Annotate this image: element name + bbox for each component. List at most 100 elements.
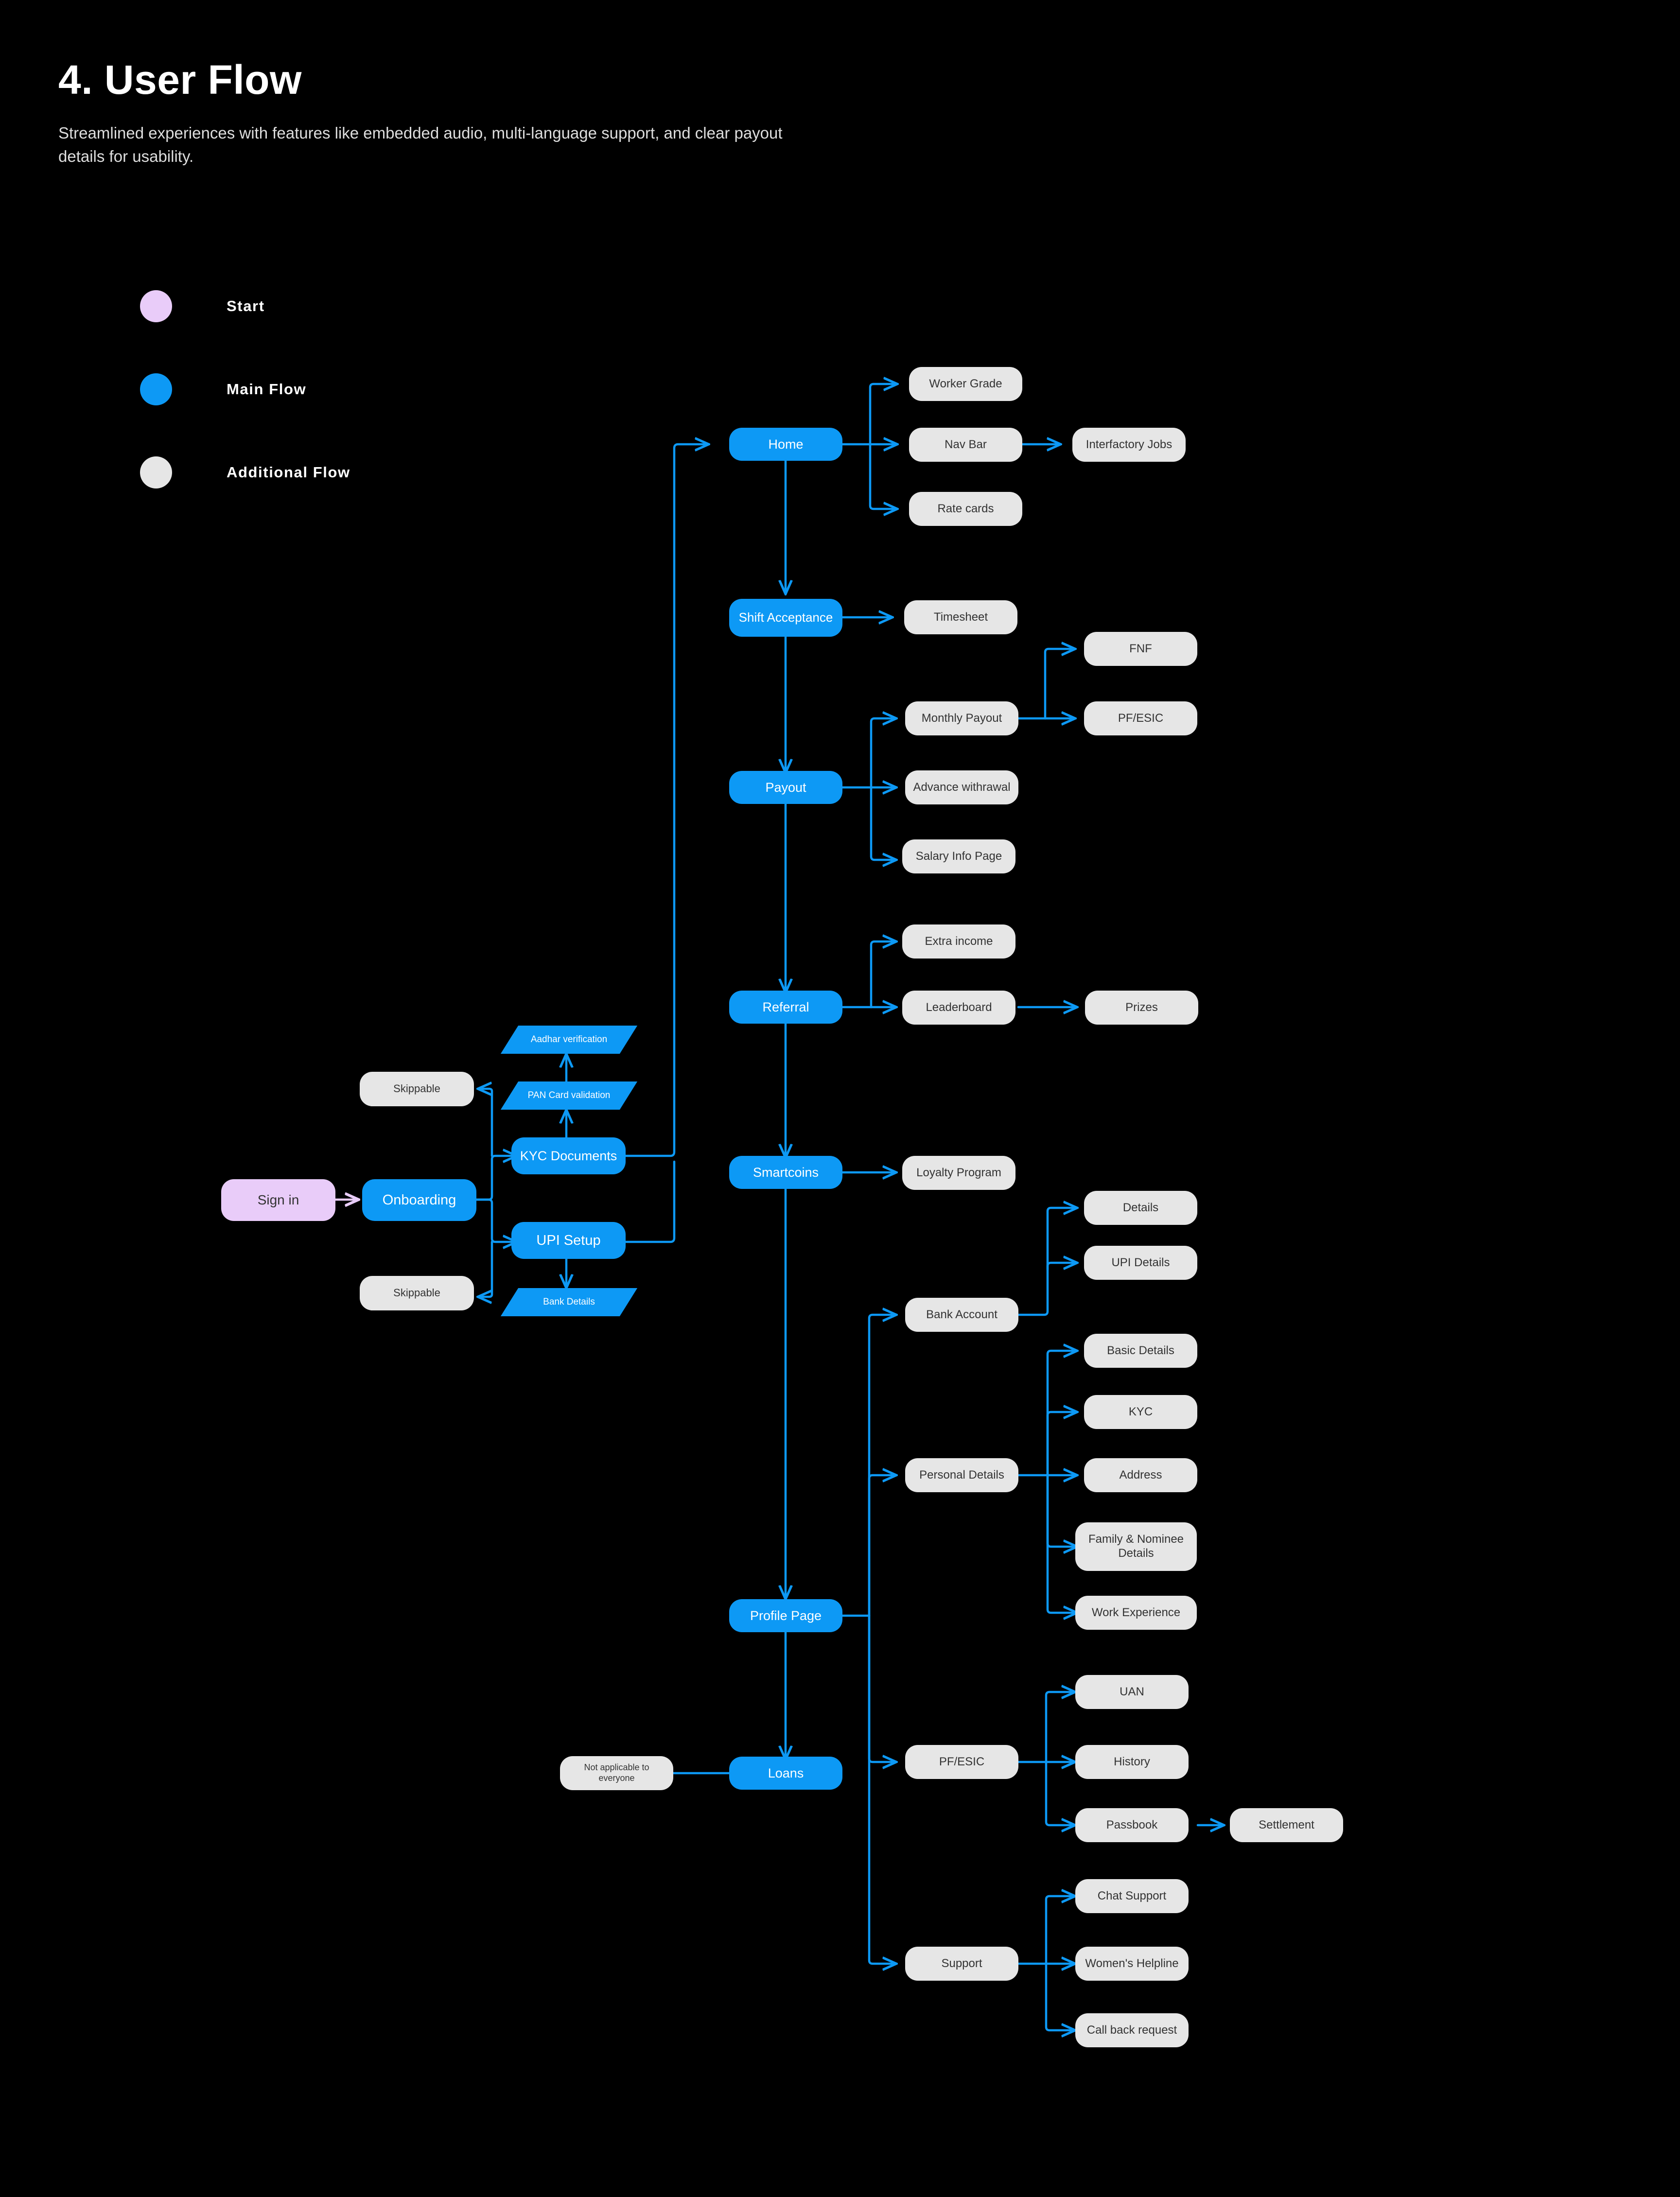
node-skippable-kyc[interactable]: Skippable bbox=[360, 1072, 474, 1106]
node-upi-setup-label: UPI Setup bbox=[536, 1232, 601, 1248]
node-skippable-upi[interactable]: Skippable bbox=[360, 1276, 474, 1310]
edge-monthly-fnf bbox=[1044, 649, 1075, 720]
node-history-label: History bbox=[1114, 1755, 1150, 1768]
node-womens-helpline-label: Women's Helpline bbox=[1085, 1956, 1179, 1970]
node-loyalty-program[interactable]: Loyalty Program bbox=[902, 1156, 1015, 1190]
node-address-label: Address bbox=[1119, 1468, 1162, 1482]
edge-support-callback bbox=[1045, 1962, 1075, 2030]
node-leaderboard[interactable]: Leaderboard bbox=[902, 991, 1015, 1025]
node-pf-esic[interactable]: PF/ESIC bbox=[905, 1745, 1018, 1779]
node-call-back-request-label: Call back request bbox=[1086, 2023, 1177, 2037]
flow-edges bbox=[334, 0, 1680, 2197]
node-chat-support[interactable]: Chat Support bbox=[1075, 1879, 1189, 1913]
node-bank-account-label: Bank Account bbox=[926, 1308, 998, 1321]
edge-onboarding-upi bbox=[475, 1198, 517, 1242]
edge-kyc-home bbox=[616, 444, 709, 1157]
edge-profile-support bbox=[868, 1614, 896, 1964]
node-nav-bar-label: Nav Bar bbox=[945, 437, 987, 451]
node-upi-details[interactable]: UPI Details bbox=[1084, 1246, 1197, 1280]
node-address[interactable]: Address bbox=[1084, 1458, 1197, 1492]
node-salary-info-page[interactable]: Salary Info Page bbox=[902, 839, 1015, 873]
node-aadhar-verification-label: Aadhar verification bbox=[530, 1034, 608, 1045]
edge-personal-kyc bbox=[1046, 1412, 1077, 1477]
node-sign-in[interactable]: Sign in bbox=[221, 1179, 335, 1221]
edge-payout-monthly bbox=[870, 718, 896, 789]
edge-support-chat bbox=[1045, 1896, 1075, 1965]
node-not-applicable-to-everyone-label: Not applicable to everyone bbox=[584, 1762, 649, 1783]
node-rate-cards[interactable]: Rate cards bbox=[909, 492, 1022, 526]
edge-profile-bank-account bbox=[868, 1315, 896, 1617]
edge-profile-pfesic bbox=[868, 1614, 896, 1762]
node-pf-esic-payout[interactable]: PF/ESIC bbox=[1084, 701, 1197, 735]
node-family-nominee-details-label: Family & Nominee Details bbox=[1088, 1533, 1184, 1560]
node-history[interactable]: History bbox=[1075, 1745, 1189, 1779]
node-womens-helpline[interactable]: Women's Helpline bbox=[1075, 1947, 1189, 1981]
node-fnf[interactable]: FNF bbox=[1084, 632, 1197, 666]
edge-referral-extra-income bbox=[870, 942, 896, 1009]
node-details[interactable]: Details bbox=[1084, 1191, 1197, 1225]
node-support[interactable]: Support bbox=[905, 1947, 1018, 1981]
node-prizes[interactable]: Prizes bbox=[1085, 991, 1198, 1025]
node-salary-info-page-label: Salary Info Page bbox=[915, 849, 1002, 863]
node-timesheet[interactable]: Timesheet bbox=[904, 600, 1017, 634]
node-chat-support-label: Chat Support bbox=[1097, 1889, 1167, 1902]
node-loans-label: Loans bbox=[768, 1765, 804, 1780]
node-worker-grade[interactable]: Worker Grade bbox=[909, 367, 1022, 401]
node-family-nominee-details[interactable]: Family & Nominee Details bbox=[1075, 1522, 1197, 1571]
node-home[interactable]: Home bbox=[729, 428, 842, 461]
node-pf-esic-label: PF/ESIC bbox=[939, 1755, 985, 1768]
edge-home-rate-cards bbox=[869, 443, 897, 509]
user-flow-canvas: 4. User Flow Streamlined experiences wit… bbox=[0, 0, 1680, 2197]
edge-onboarding-kyc bbox=[475, 1156, 517, 1201]
node-settlement[interactable]: Settlement bbox=[1230, 1808, 1343, 1842]
edge-pfesic-passbook bbox=[1045, 1761, 1075, 1825]
node-aadhar-verification[interactable]: Aadhar verification bbox=[500, 1026, 638, 1054]
node-pf-esic-payout-label: PF/ESIC bbox=[1118, 711, 1164, 725]
node-kyc-documents[interactable]: KYC Documents bbox=[511, 1137, 626, 1174]
node-interfactory-jobs[interactable]: Interfactory Jobs bbox=[1072, 428, 1186, 462]
node-upi-setup[interactable]: UPI Setup bbox=[511, 1222, 626, 1259]
node-worker-grade-label: Worker Grade bbox=[929, 377, 1002, 390]
node-pan-card-validation-label: PAN Card validation bbox=[527, 1090, 611, 1100]
node-kyc[interactable]: KYC bbox=[1084, 1395, 1197, 1429]
node-rate-cards-label: Rate cards bbox=[937, 502, 994, 515]
node-payout[interactable]: Payout bbox=[729, 771, 842, 804]
node-shift-acceptance-label: Shift Acceptance bbox=[738, 610, 833, 625]
node-basic-details-label: Basic Details bbox=[1107, 1343, 1174, 1357]
node-extra-income[interactable]: Extra income bbox=[902, 924, 1015, 959]
node-basic-details[interactable]: Basic Details bbox=[1084, 1334, 1197, 1368]
edge-bank-upidetails bbox=[1046, 1263, 1077, 1271]
edge-payout-salary bbox=[870, 786, 896, 860]
node-passbook[interactable]: Passbook bbox=[1075, 1808, 1189, 1842]
node-nav-bar[interactable]: Nav Bar bbox=[909, 428, 1022, 462]
node-timesheet-label: Timesheet bbox=[933, 610, 988, 624]
node-not-applicable-to-everyone[interactable]: Not applicable to everyone bbox=[560, 1756, 673, 1790]
node-profile-page[interactable]: Profile Page bbox=[729, 1599, 842, 1632]
node-referral[interactable]: Referral bbox=[729, 991, 842, 1024]
node-onboarding[interactable]: Onboarding bbox=[362, 1179, 476, 1221]
node-interfactory-jobs-label: Interfactory Jobs bbox=[1085, 437, 1172, 451]
node-work-experience[interactable]: Work Experience bbox=[1075, 1596, 1197, 1630]
node-bank-details[interactable]: Bank Details bbox=[500, 1288, 638, 1316]
node-shift-acceptance[interactable]: Shift Acceptance bbox=[729, 599, 842, 637]
node-uan[interactable]: UAN bbox=[1075, 1675, 1189, 1709]
node-loans[interactable]: Loans bbox=[729, 1757, 842, 1790]
node-loyalty-program-label: Loyalty Program bbox=[916, 1166, 1001, 1179]
node-smartcoins-label: Smartcoins bbox=[752, 1165, 819, 1180]
node-skippable-kyc-label: Skippable bbox=[393, 1082, 440, 1095]
node-advance-withrawal[interactable]: Advance withrawal bbox=[905, 770, 1018, 804]
node-kyc-label: KYC bbox=[1128, 1405, 1153, 1418]
edge-kyc-skippable bbox=[478, 1089, 493, 1157]
node-referral-label: Referral bbox=[762, 999, 809, 1014]
node-personal-details[interactable]: Personal Details bbox=[905, 1458, 1018, 1492]
node-pan-card-validation[interactable]: PAN Card validation bbox=[500, 1081, 638, 1110]
node-home-label: Home bbox=[768, 436, 804, 452]
node-bank-account[interactable]: Bank Account bbox=[905, 1298, 1018, 1332]
node-bank-details-label: Bank Details bbox=[543, 1296, 595, 1307]
node-smartcoins[interactable]: Smartcoins bbox=[729, 1156, 842, 1189]
node-monthly-payout[interactable]: Monthly Payout bbox=[905, 701, 1018, 735]
node-prizes-label: Prizes bbox=[1125, 1000, 1158, 1014]
node-call-back-request[interactable]: Call back request bbox=[1075, 2013, 1189, 2047]
node-payout-label: Payout bbox=[765, 780, 806, 795]
node-settlement-label: Settlement bbox=[1259, 1818, 1314, 1831]
